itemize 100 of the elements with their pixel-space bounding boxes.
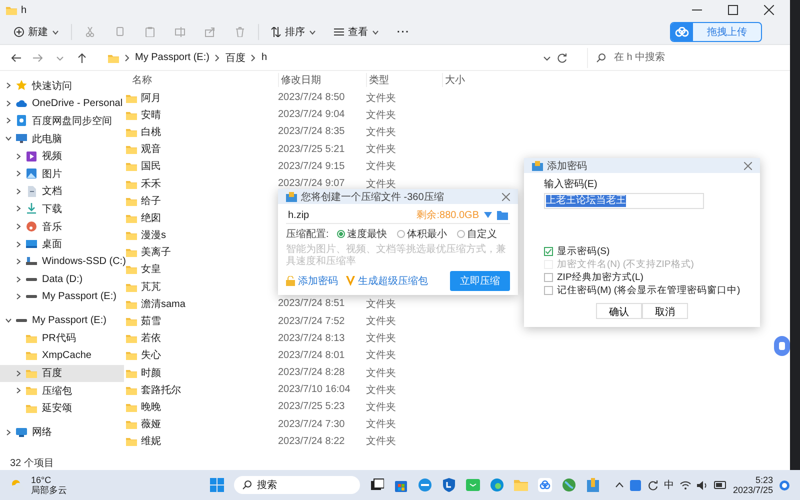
chevron-right-icon[interactable]	[15, 240, 22, 248]
radio-option[interactable]: 速度最快	[336, 227, 387, 241]
chevron-down-icon[interactable]	[5, 135, 12, 142]
checkbox-option[interactable]: 记住密码(M) (将会显示在管理密码窗口中)	[544, 284, 740, 297]
sidebar-item[interactable]: PR代码	[0, 329, 124, 347]
up-icon[interactable]	[77, 52, 87, 62]
sort-button[interactable]: 排序	[265, 22, 322, 42]
folder-icon	[126, 350, 137, 360]
sidebar-item[interactable]: Windows-SSD (C:)	[0, 252, 124, 271]
chevron-right-icon[interactable]	[15, 276, 22, 283]
column-header[interactable]: 大小	[442, 73, 502, 87]
battery-icon[interactable]	[714, 481, 727, 489]
sidebar-item[interactable]: 百度	[0, 364, 124, 382]
chevron-right-icon[interactable]	[5, 82, 12, 90]
more-button[interactable]: ···	[391, 24, 416, 40]
upload-button[interactable]: 拖拽上传	[670, 22, 762, 42]
chevron-right-icon[interactable]	[5, 117, 12, 124]
breadcrumb[interactable]: 百度	[225, 50, 246, 64]
breadcrumb[interactable]: h	[261, 52, 268, 63]
chevron-right-icon[interactable]	[5, 100, 12, 107]
chevron-right-icon[interactable]	[15, 188, 22, 195]
view-button[interactable]: 查看	[328, 22, 385, 42]
sidebar-item[interactable]: OneDrive - Personal	[0, 94, 124, 112]
column-header[interactable]: 修改日期	[278, 73, 366, 87]
chevron-right-icon[interactable]	[15, 223, 22, 230]
add-password-link[interactable]: 添加密码	[286, 274, 338, 288]
sidebar-item[interactable]: My Passport (E:)	[0, 312, 124, 330]
checkbox-option[interactable]: ZIP经典加密方式(L)	[544, 271, 740, 284]
table-cell-text: 2023/7/24 8:13	[278, 332, 346, 344]
sidebar-item[interactable]: 此电脑	[0, 130, 124, 148]
refresh-icon[interactable]	[557, 52, 567, 62]
folder-icon[interactable]	[497, 210, 508, 220]
sidebar-item[interactable]: 视频	[0, 147, 124, 165]
dropdown-icon[interactable]	[484, 212, 492, 218]
sync-icon[interactable]	[646, 480, 658, 490]
shield-icon[interactable]	[442, 478, 456, 492]
image-icon	[26, 168, 37, 180]
close-icon[interactable]	[764, 5, 774, 15]
sidebar-item[interactable]: 压缩包	[0, 382, 124, 400]
sidebar-item[interactable]: 网络	[0, 423, 124, 441]
cancel-button[interactable]: 取消	[642, 303, 688, 319]
globe-icon[interactable]	[418, 478, 432, 492]
wifi-icon[interactable]	[680, 480, 691, 490]
search-field[interactable]: 在 h 中搜索	[612, 51, 766, 64]
sidebar-item[interactable]: 快速访问	[0, 77, 124, 95]
chevron-right-icon[interactable]	[15, 205, 22, 212]
task-view-icon[interactable]	[370, 478, 384, 492]
sidebar-item[interactable]: My Passport (E:)	[0, 288, 124, 306]
start-icon[interactable]	[210, 478, 224, 492]
chevron-right-icon[interactable]	[15, 152, 22, 160]
back-icon[interactable]	[11, 52, 21, 62]
chevron-right-icon[interactable]	[15, 258, 22, 266]
sidebar-item[interactable]: 下载	[0, 200, 124, 218]
chevron-right-icon[interactable]	[15, 170, 22, 178]
chevron-right-icon[interactable]	[15, 370, 22, 377]
sidebar-item[interactable]: Data (D:)	[0, 270, 124, 288]
forward-icon[interactable]	[33, 52, 43, 62]
file-name: 时颜	[141, 366, 161, 380]
cloud-icon[interactable]	[538, 478, 552, 492]
monitor-icon	[16, 133, 27, 144]
super-package-link[interactable]: 生成超级压缩包	[346, 274, 428, 288]
password-field[interactable]: 上老王论坛当老王	[544, 193, 704, 209]
browser-icon[interactable]	[490, 478, 504, 492]
address-bar[interactable]: My Passport (E:) 百度 h	[100, 48, 575, 68]
sidebar-item[interactable]: 百度网盘同步空间	[0, 112, 124, 130]
sidebar-item[interactable]: 音乐	[0, 218, 124, 236]
chevron-right-icon	[214, 54, 220, 62]
radio-option[interactable]: 体积最小	[396, 227, 447, 241]
column-header[interactable]: 类型	[366, 73, 442, 87]
chevron-right-icon[interactable]	[15, 293, 22, 300]
app-icon[interactable]	[630, 480, 641, 490]
chevron-right-icon[interactable]	[15, 387, 22, 394]
input-method-text[interactable]: 中	[664, 478, 674, 492]
speaker-icon[interactable]	[696, 480, 708, 490]
sidebar-item[interactable]: 文档	[0, 182, 124, 200]
store-icon[interactable]	[394, 478, 408, 492]
notification-icon[interactable]	[779, 480, 790, 490]
archive-icon[interactable]	[586, 478, 600, 492]
folder-icon	[26, 385, 37, 396]
column-header[interactable]: 名称	[126, 73, 278, 87]
sidebar-item[interactable]: XmpCache	[0, 346, 124, 364]
table-cell-text: 文件夹	[366, 298, 397, 311]
file-name: 芃芃	[141, 280, 161, 294]
radio-option[interactable]: 自定义	[456, 227, 497, 241]
sidebar-item[interactable]: 图片	[0, 164, 124, 183]
chevron-down-icon[interactable]	[5, 317, 12, 324]
breadcrumb[interactable]: My Passport (E:)	[135, 52, 210, 63]
table-cell-text: 2023/7/24 9:04	[278, 109, 346, 120]
folder-icon	[6, 5, 17, 15]
filename-field[interactable]: h.zip 剩余:880.0GB	[286, 207, 510, 224]
sidebar-item[interactable]: 桌面	[0, 235, 124, 253]
checkbox-option[interactable]: 显示密码(S)	[544, 245, 740, 258]
chevron-right-icon[interactable]	[5, 428, 12, 436]
taskbar-search[interactable]: 搜索	[234, 476, 360, 494]
confirm-button[interactable]: 确认	[596, 303, 642, 319]
maximize-icon[interactable]	[728, 5, 738, 15]
globe-icon[interactable]	[562, 478, 576, 492]
sidebar-item[interactable]: 延安颂	[0, 400, 124, 418]
new-button[interactable]: 新建	[8, 22, 65, 42]
chevron-up-icon[interactable]	[614, 482, 624, 488]
